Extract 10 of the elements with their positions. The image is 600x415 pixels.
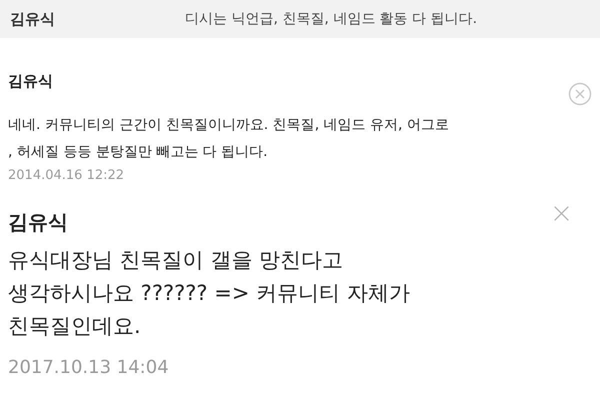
author-name: 김유식 [8,72,53,91]
comment-text: 디시는 닉언급, 친목질, 네임드 활동 다 됩니다. [185,10,478,28]
close-icon[interactable] [553,205,570,222]
comment-date: 2017.10.13 14:04 [8,357,170,378]
close-icon[interactable] [568,82,592,106]
comment-date: 2014.04.16 12:22 [8,168,126,183]
author-name: 김유식 [10,10,56,28]
comment-text: 유식대장님 친목질이 갤을 망친다고 생각하시나요 ?????? => 커뮤니티 자체가 친목질인데요. [8,247,411,340]
comment-text: 네네. 커뮤니티의 근간이 친목질이니까요. 친목질, 네임드 유저, 어그로 , 허세질 등등 분탕질만 빼고는 다 됩니다. [8,116,450,162]
author-name: 김유식 [8,209,68,236]
